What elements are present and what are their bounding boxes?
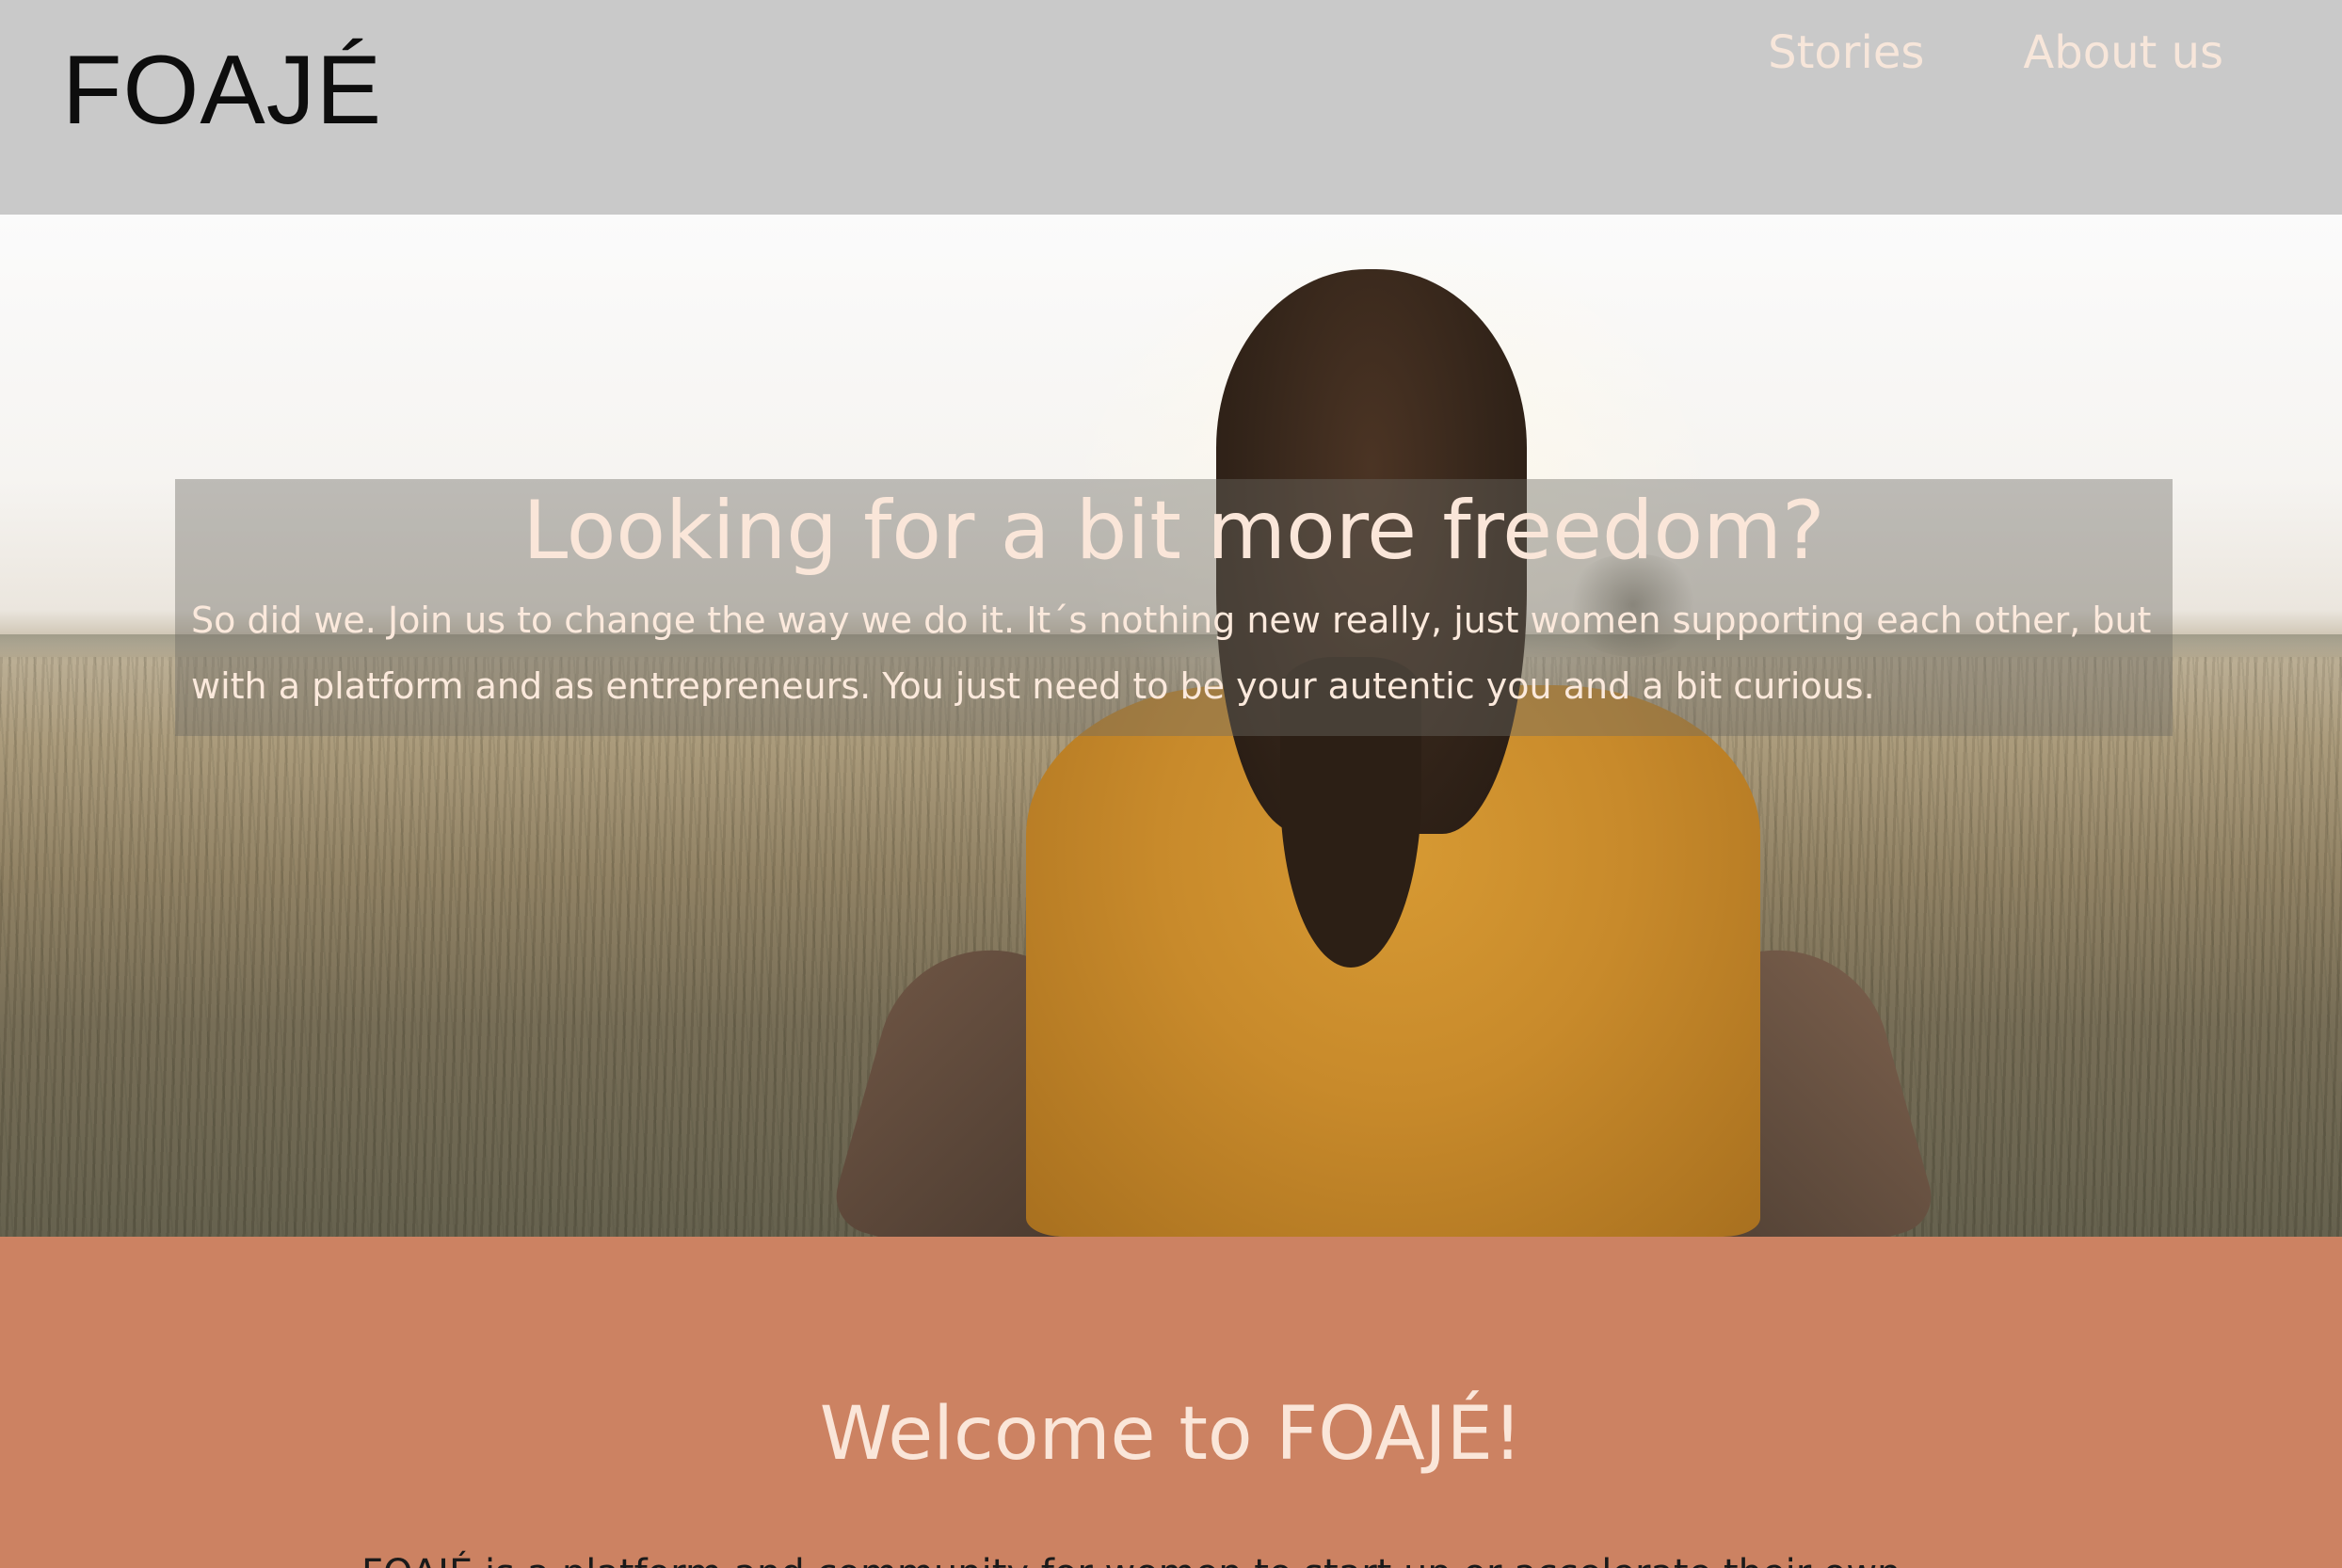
welcome-text: FOAJÉ is a platform and community for wo… [361,1547,1901,1568]
page: FOAJÉ Stories About us Looking for a bit… [0,0,2342,1568]
hero-text: So did we. Join us to change the way we … [191,600,2152,707]
nav-link-stories[interactable]: Stories [1768,21,1924,85]
site-header: FOAJÉ Stories About us [0,0,2342,215]
welcome-title: Welcome to FOAJÉ! [819,1392,1523,1477]
welcome-section: Welcome to FOAJÉ! FOAJÉ is a platform an… [0,1237,2342,1568]
hero-title: Looking for a bit more freedom? [522,484,1825,578]
nav-link-about-us[interactable]: About us [2023,21,2223,85]
main-nav: Stories About us [1768,21,2223,85]
hero-section: Looking for a bit more freedom? So did w… [0,215,2342,1237]
site-logo[interactable]: FOAJÉ [62,34,382,147]
hero-text-box: Looking for a bit more freedom? So did w… [175,479,2173,736]
